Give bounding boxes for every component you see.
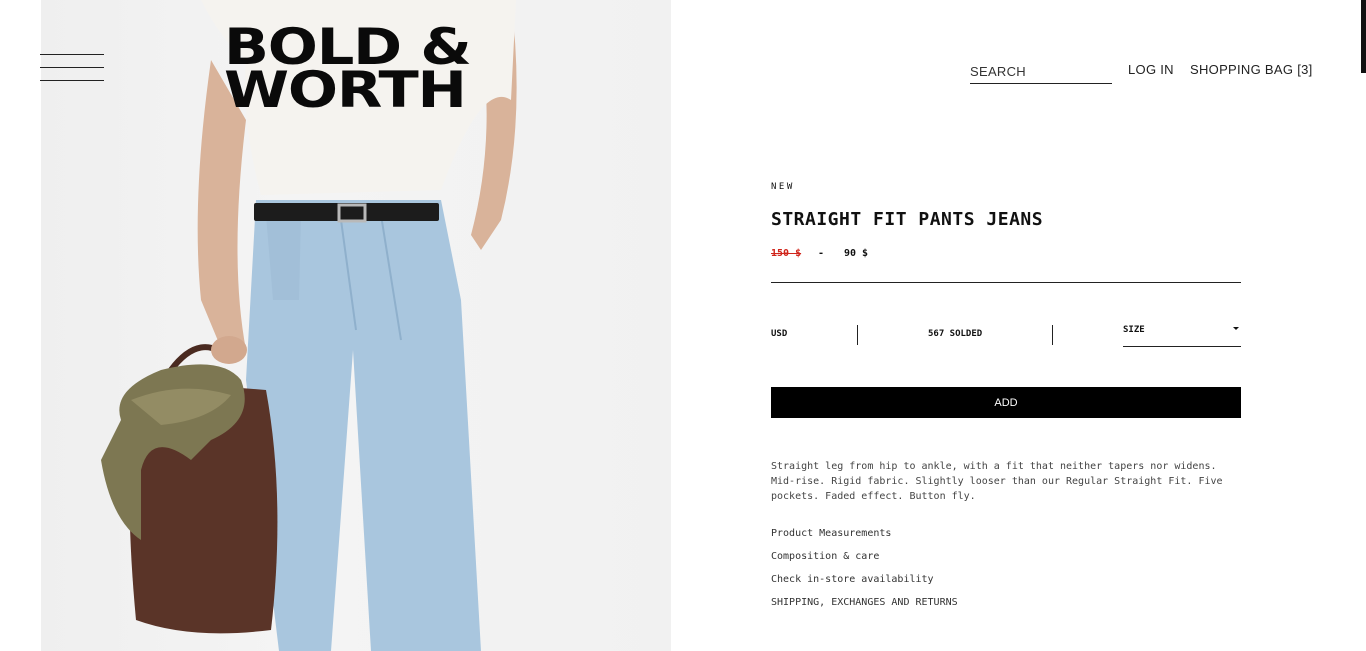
brand-logo[interactable]: BOLD & WORTH <box>224 22 554 119</box>
store-availability-link[interactable]: Check in-store availability <box>771 574 934 585</box>
product-description: Straight leg from hip to ankle, with a f… <box>771 461 1223 502</box>
size-label: SIZE <box>1123 325 1145 335</box>
composition-care-link[interactable]: Composition & care <box>771 551 879 562</box>
login-link[interactable]: LOG IN <box>1128 62 1174 77</box>
search-input[interactable] <box>970 60 1112 84</box>
add-to-bag-button[interactable]: ADD <box>771 387 1241 418</box>
size-dropdown[interactable]: SIZE <box>1123 323 1241 347</box>
new-badge: NEW <box>771 182 795 192</box>
product-measurements-link[interactable]: Product Measurements <box>771 528 891 539</box>
product-title: STRAIGHT FIT PANTS JEANS <box>771 209 1044 230</box>
shopping-bag-link[interactable]: SHOPPING BAG [3] <box>1190 62 1313 77</box>
currency-selector[interactable]: USD <box>771 329 787 339</box>
price-separator: - <box>818 248 825 259</box>
divider <box>1052 325 1053 345</box>
original-price: 150 $ <box>771 248 802 259</box>
caret-down-icon <box>1233 327 1239 330</box>
divider <box>857 325 858 345</box>
scrollbar[interactable] <box>1361 0 1366 73</box>
sale-price: 90 $ <box>844 248 869 259</box>
divider <box>771 282 1241 283</box>
brand-logo-line2: WORTH <box>224 61 467 119</box>
shipping-returns-link[interactable]: SHIPPING, EXCHANGES AND RETURNS <box>771 597 958 608</box>
hamburger-menu-icon[interactable] <box>40 54 104 82</box>
sold-count: 567 SOLDED <box>928 329 983 339</box>
